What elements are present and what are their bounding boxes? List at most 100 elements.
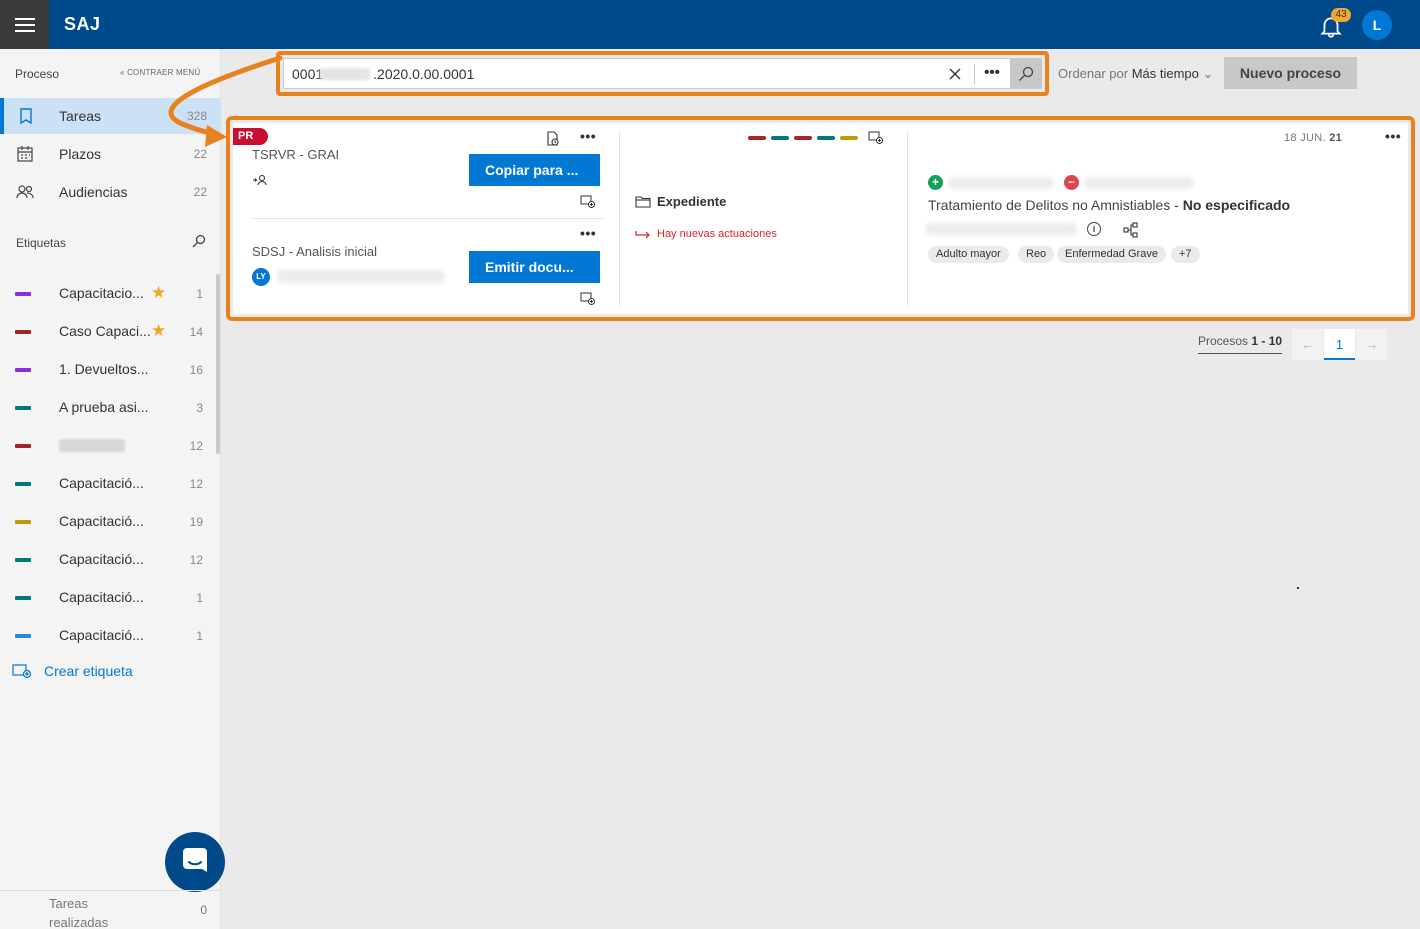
stray-dot — [1297, 587, 1299, 589]
next-page-button[interactable]: → — [1356, 329, 1387, 360]
add-tag-icon[interactable] — [580, 194, 596, 210]
tag-count: 12 — [189, 439, 203, 453]
page-button-current[interactable]: 1 — [1324, 329, 1355, 360]
sidebar-item-label: Tareas — [59, 108, 102, 124]
tag-color-swatch — [15, 634, 31, 638]
chevron-down-icon: ⌄ — [1202, 66, 1214, 81]
tag-count: 1 — [196, 287, 203, 301]
tag-color-swatch — [15, 558, 31, 562]
tasks-done-label: Tareas realizadas — [49, 896, 109, 929]
minus-icon: − — [1064, 175, 1079, 190]
redacted-text — [925, 223, 1077, 235]
tag-label: Capacitació... — [59, 551, 144, 567]
tag-count: 12 — [189, 553, 203, 567]
prev-page-button[interactable]: ← — [1292, 329, 1323, 360]
tag-color-swatch — [15, 292, 31, 296]
close-icon[interactable] — [946, 65, 964, 83]
redacted-text — [1084, 177, 1194, 189]
sidebar-item-label: Audiencias — [59, 184, 128, 200]
tag-chip[interactable]: Enfermedad Grave — [1057, 246, 1166, 263]
new-process-button[interactable]: Nuevo proceso — [1224, 57, 1357, 89]
task-action-button[interactable]: Emitir docu... — [469, 251, 600, 283]
process-card[interactable]: PR TSRVR - GRAI ••• Copiar para ... SDSJ… — [233, 123, 1408, 314]
plus-icon: + — [928, 175, 943, 190]
new-updates-label: Hay nuevas actuaciones — [657, 228, 777, 240]
column-divider — [907, 131, 908, 306]
sidebar-tag-item[interactable]: Capacitacio... ★ 1 — [0, 274, 221, 312]
crime-description: Tratamiento de Delitos no Amnistiables -… — [928, 197, 1291, 213]
task-more-button[interactable]: ••• — [580, 128, 596, 144]
create-tag-button[interactable]: Crear etiqueta — [12, 663, 133, 679]
search-button[interactable] — [1010, 59, 1042, 88]
status-color-strip — [794, 136, 812, 140]
search-input[interactable]: 0001.2020.0.00.0001 ••• — [283, 58, 1042, 89]
search-divider — [974, 64, 975, 84]
sidebar-tag-item[interactable]: Capacitació... 1 — [0, 578, 221, 616]
tag-count: 12 — [189, 477, 203, 491]
info-icon[interactable]: i — [1087, 222, 1101, 236]
star-icon[interactable]: ★ — [151, 283, 166, 303]
star-icon[interactable]: ★ — [151, 321, 166, 341]
redacted-text — [320, 68, 370, 80]
tag-chip[interactable]: Adulto mayor — [928, 246, 1009, 263]
column-divider — [619, 131, 620, 306]
tasks-done-item[interactable]: Tareas realizadas 0 — [0, 890, 221, 929]
status-color-strip — [840, 136, 858, 140]
sidebar-tag-item[interactable]: Caso Capaci... ★ 14 — [0, 312, 221, 350]
tag-label: Capacitacio... — [59, 285, 144, 301]
sidebar-item-audiencias[interactable]: Audiencias 22 — [0, 174, 221, 210]
tag-label: Capacitació... — [59, 627, 144, 643]
task-more-button[interactable]: ••• — [580, 225, 596, 241]
expediente-label: Expediente — [657, 194, 727, 209]
sidebar-tag-item[interactable]: 1. Devueltos... 16 — [0, 350, 221, 388]
redacted-text — [59, 439, 125, 452]
process-type-flag: PR — [233, 128, 268, 145]
tag-label: 1. Devueltos... — [59, 361, 149, 377]
sidebar-tag-item[interactable]: A prueba asi... 3 — [0, 388, 221, 426]
status-color-strip — [748, 136, 766, 140]
flow-icon[interactable] — [1123, 222, 1139, 238]
chat-button[interactable] — [165, 832, 225, 892]
sidebar-tag-item[interactable]: Capacitació... 12 — [0, 464, 221, 502]
sidebar-tag-item[interactable]: Capacitació... 1 — [0, 616, 221, 654]
bookmark-icon — [20, 108, 32, 125]
task-title[interactable]: TSRVR - GRAI — [252, 147, 339, 162]
document-icon[interactable] — [545, 131, 561, 147]
app-brand[interactable]: SAJ — [64, 14, 101, 35]
hamburger-menu-icon[interactable] — [0, 0, 49, 49]
calendar-icon — [17, 146, 33, 162]
task-divider — [252, 218, 605, 219]
tag-color-swatch — [15, 368, 31, 372]
redacted-text — [277, 270, 445, 283]
add-tag-icon[interactable] — [580, 291, 596, 307]
tag-label: A prueba asi... — [59, 399, 149, 415]
add-tag-icon — [12, 664, 32, 679]
tag-chip[interactable]: +7 — [1171, 246, 1200, 263]
task-action-button[interactable]: Copiar para ... — [469, 154, 600, 186]
more-options-button[interactable]: ••• — [982, 60, 1002, 88]
search-icon[interactable] — [192, 234, 206, 248]
tag-color-swatch — [15, 520, 31, 524]
new-updates-link[interactable]: Hay nuevas actuaciones — [635, 228, 777, 240]
assign-user-icon[interactable] — [252, 172, 268, 188]
tags-section-title: Etiquetas — [16, 236, 67, 250]
sidebar-section-title: Proceso — [15, 67, 60, 81]
sidebar: Proceso « CONTRAER MENÚ Tareas 328 Plazo… — [0, 49, 225, 929]
sidebar-tag-item[interactable]: 12 — [0, 426, 221, 464]
sort-dropdown[interactable]: Ordenar por Más tiempo ⌄ — [1058, 66, 1213, 82]
sidebar-tag-item[interactable]: Capacitació... 12 — [0, 540, 221, 578]
expediente-link[interactable]: Expediente — [635, 194, 726, 209]
sidebar-scrollbar[interactable] — [216, 274, 220, 454]
tag-color-swatch — [15, 330, 31, 334]
user-avatar[interactable]: L — [1362, 10, 1392, 40]
folder-icon — [635, 195, 651, 208]
user-initials-badge: LY — [252, 268, 270, 286]
tag-count: 3 — [196, 401, 203, 415]
sidebar-tag-item[interactable]: Capacitació... 19 — [0, 502, 221, 540]
card-more-button[interactable]: ••• — [1385, 128, 1401, 144]
tag-label: Caso Capaci... — [59, 323, 151, 339]
tag-chip[interactable]: Reo — [1018, 246, 1055, 263]
tag-color-swatch — [15, 406, 31, 410]
add-tag-icon[interactable] — [868, 130, 884, 146]
task-title[interactable]: SDSJ - Analisis inicial — [252, 244, 377, 259]
